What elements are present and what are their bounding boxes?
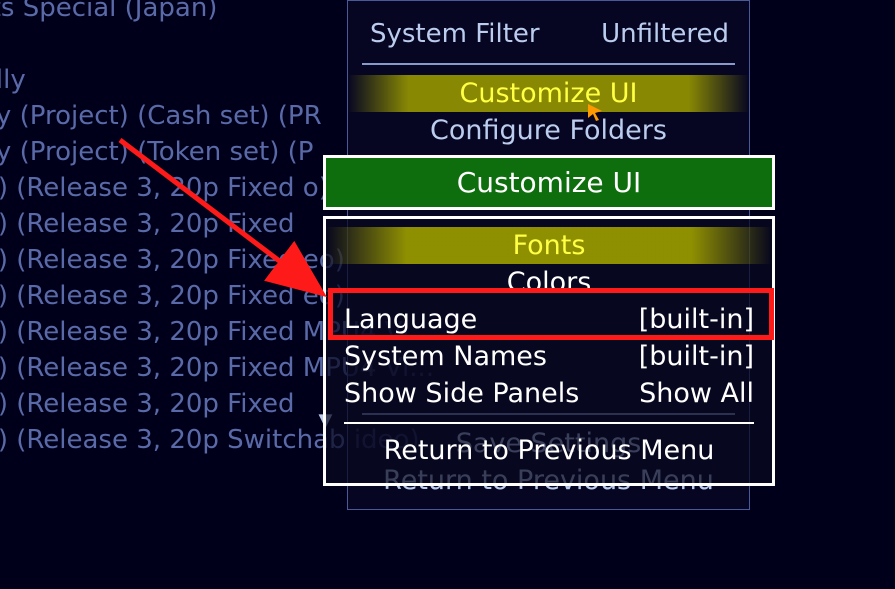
menu-item-label: Show Side Panels: [344, 378, 579, 409]
menu-item-show-side-panels[interactable]: Show Side Panels Show All: [326, 375, 772, 412]
menu-item-value: Show All: [639, 378, 754, 409]
menu-item-colors[interactable]: Colors: [326, 264, 772, 301]
header-label-left: System Filter: [370, 19, 540, 49]
main-menu-header: System Filter Unfiltered: [348, 9, 749, 59]
menu-item-label: Colors: [507, 267, 592, 298]
customize-ui-panel: Customize UI Fonts Colors Language [buil…: [323, 155, 775, 486]
menu-item-customize-ui[interactable]: Customize UI: [348, 75, 749, 112]
header-value-right: Unfiltered: [601, 19, 729, 49]
menu-item-fonts[interactable]: Fonts: [326, 227, 772, 264]
menu-item-label: Fonts: [513, 230, 586, 261]
menu-item-label: System Names: [344, 341, 547, 372]
separator: [344, 422, 754, 424]
menu-item-value: [built-in]: [639, 341, 754, 372]
menu-item-label: Return to Previous Menu: [384, 435, 715, 466]
menu-item-language[interactable]: Language [built-in]: [326, 301, 772, 338]
popup-title: Customize UI: [323, 155, 775, 210]
menu-item-value: [built-in]: [639, 304, 754, 335]
popup-body: Fonts Colors Language [built-in] System …: [323, 216, 775, 486]
menu-item-system-names[interactable]: System Names [built-in]: [326, 338, 772, 375]
menu-item-label: Language: [344, 304, 477, 335]
menu-item-return-previous[interactable]: Return to Previous Menu: [326, 432, 772, 469]
menu-item-configure-folders[interactable]: Configure Folders: [348, 112, 749, 149]
separator: [362, 63, 735, 65]
